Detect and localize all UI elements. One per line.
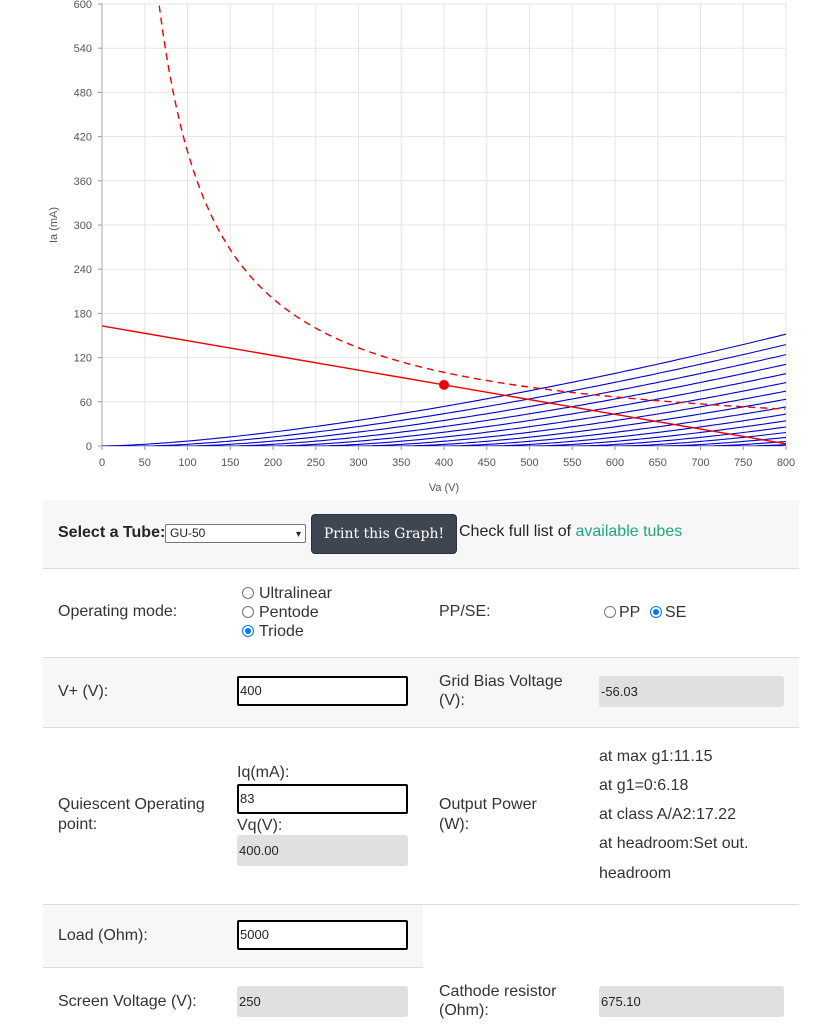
x-tick-label: 0 (99, 457, 105, 469)
vq-label: Vq(V): (237, 817, 283, 834)
tube-select-value: GU-50 (170, 526, 206, 540)
max-dissipation-curve (158, 4, 786, 410)
radio-pp-circle[interactable] (604, 606, 616, 618)
x-tick-label: 350 (392, 457, 410, 469)
y-tick-label: 120 (74, 353, 92, 365)
output-class-a: at class A/A2:17.22 (599, 806, 736, 823)
x-tick-label: 800 (777, 457, 795, 469)
load-row: Load (Ohm): 5000 (43, 905, 423, 968)
y-tick-label: 540 (74, 43, 92, 55)
screen-voltage-value: 250 (237, 986, 408, 1017)
output-headroom-2: headroom (599, 865, 672, 882)
radio-se-label: SE (665, 604, 687, 621)
quiescent-row: Quiescent Operating point: Iq(mA): 83 Vq… (43, 728, 799, 905)
available-tubes-link[interactable]: available tubes (575, 523, 682, 540)
load-input[interactable]: 5000 (237, 920, 408, 950)
y-tick-label: 480 (74, 87, 92, 99)
x-tick-label: 600 (606, 457, 624, 469)
x-tick-label: 550 (563, 457, 581, 469)
y-tick-label: 360 (74, 176, 92, 188)
y-tick-label: 240 (74, 264, 92, 276)
chevron-down-icon: ▾ (295, 529, 301, 540)
x-tick-label: 250 (307, 457, 325, 469)
output-power-unit: (W): (439, 816, 470, 833)
radio-ultralinear-label: Ultralinear (259, 585, 332, 602)
iq-input[interactable]: 83 (237, 784, 408, 814)
radio-ultralinear[interactable]: Ultralinear (242, 585, 332, 603)
cathode-resistor-label: Cathode resistor (439, 983, 557, 1000)
x-tick-label: 500 (520, 457, 538, 469)
x-tick-label: 650 (649, 457, 667, 469)
vq-value: 400.00 (237, 835, 408, 866)
select-tube-label: Select a Tube: (58, 524, 166, 541)
tube-selector-row: Select a Tube: GU-50 ▾ Print this Graph!… (43, 500, 799, 569)
iq-label: Iq(mA): (237, 764, 290, 781)
print-graph-button[interactable]: Print this Graph! (311, 514, 457, 554)
radio-triode-circle[interactable] (242, 625, 254, 637)
y-tick-label: 0 (86, 441, 92, 453)
x-tick-label: 400 (435, 457, 453, 469)
vplus-input[interactable]: 400 (237, 676, 408, 706)
x-tick-label: 50 (139, 457, 151, 469)
load-label: Load (Ohm): (58, 927, 148, 944)
radio-pentode[interactable]: Pentode (242, 604, 319, 622)
radio-pentode-label: Pentode (259, 604, 319, 621)
quiescent-label: Quiescent Operating (58, 796, 205, 813)
x-tick-label: 100 (178, 457, 196, 469)
grid-bias-label: Grid Bias Voltage (439, 673, 563, 690)
radio-pp-label: PP (619, 604, 641, 621)
x-tick-label: 750 (734, 457, 752, 469)
output-power-label: Output Power (439, 796, 537, 813)
check-list-text: Check full list of (459, 523, 576, 540)
output-headroom: at headroom:Set out. (599, 835, 749, 852)
radio-triode-label: Triode (259, 623, 304, 640)
radio-pp[interactable]: PP (604, 604, 640, 622)
y-tick-label: 600 (74, 0, 92, 11)
vplus-row: V+ (V): 400 Grid Bias Voltage (V): -56.0… (43, 658, 799, 728)
operating-mode-label: Operating mode: (58, 603, 178, 620)
x-tick-label: 700 (691, 457, 709, 469)
y-tick-label: 60 (80, 397, 92, 409)
ppse-label: PP/SE: (439, 603, 491, 620)
y-tick-label: 420 (74, 132, 92, 144)
output-max-g1: at max g1:11.15 (599, 748, 713, 765)
x-tick-label: 450 (478, 457, 496, 469)
chart-tick-labels: 0 50 100 150 200 250 300 350 400 450 500 550 600 650 7… (74, 0, 796, 469)
operating-point (439, 379, 449, 390)
radio-pentode-circle[interactable] (242, 606, 254, 618)
x-axis-title: Va (V) (429, 482, 459, 494)
cathode-resistor-unit: (Ohm): (439, 1002, 489, 1019)
plate-characteristics-chart: 0 50 100 150 200 250 300 350 400 450 500 550 600 650 7… (48, 0, 796, 494)
y-tick-label: 300 (74, 220, 92, 232)
screen-voltage-row: Screen Voltage (V): 250 Cathode resistor… (43, 968, 799, 1029)
operating-mode-row: Operating mode: Ultralinear Pentode Trio… (43, 569, 799, 658)
radio-ultralinear-circle[interactable] (242, 587, 254, 599)
output-g1-zero: at g1=0:6.18 (599, 777, 689, 794)
tube-select[interactable]: GU-50 ▾ (165, 524, 306, 543)
grid-bias-unit: (V): (439, 692, 465, 709)
radio-se-circle[interactable] (650, 606, 662, 618)
cathode-resistor-value: 675.10 (599, 986, 784, 1017)
radio-se[interactable]: SE (650, 604, 686, 622)
quiescent-label-2: point: (58, 816, 98, 833)
x-tick-label: 200 (264, 457, 282, 469)
y-axis-title: Ia (mA) (48, 207, 60, 243)
x-tick-label: 150 (221, 457, 239, 469)
vplus-label: V+ (V): (58, 683, 109, 700)
radio-triode[interactable]: Triode (242, 623, 304, 641)
grid-bias-value: -56.03 (599, 676, 784, 707)
x-tick-label: 300 (349, 457, 367, 469)
y-tick-label: 180 (74, 308, 92, 320)
available-tubes-text: Check full list of available tubes (459, 523, 682, 541)
screen-voltage-label: Screen Voltage (V): (58, 993, 197, 1010)
